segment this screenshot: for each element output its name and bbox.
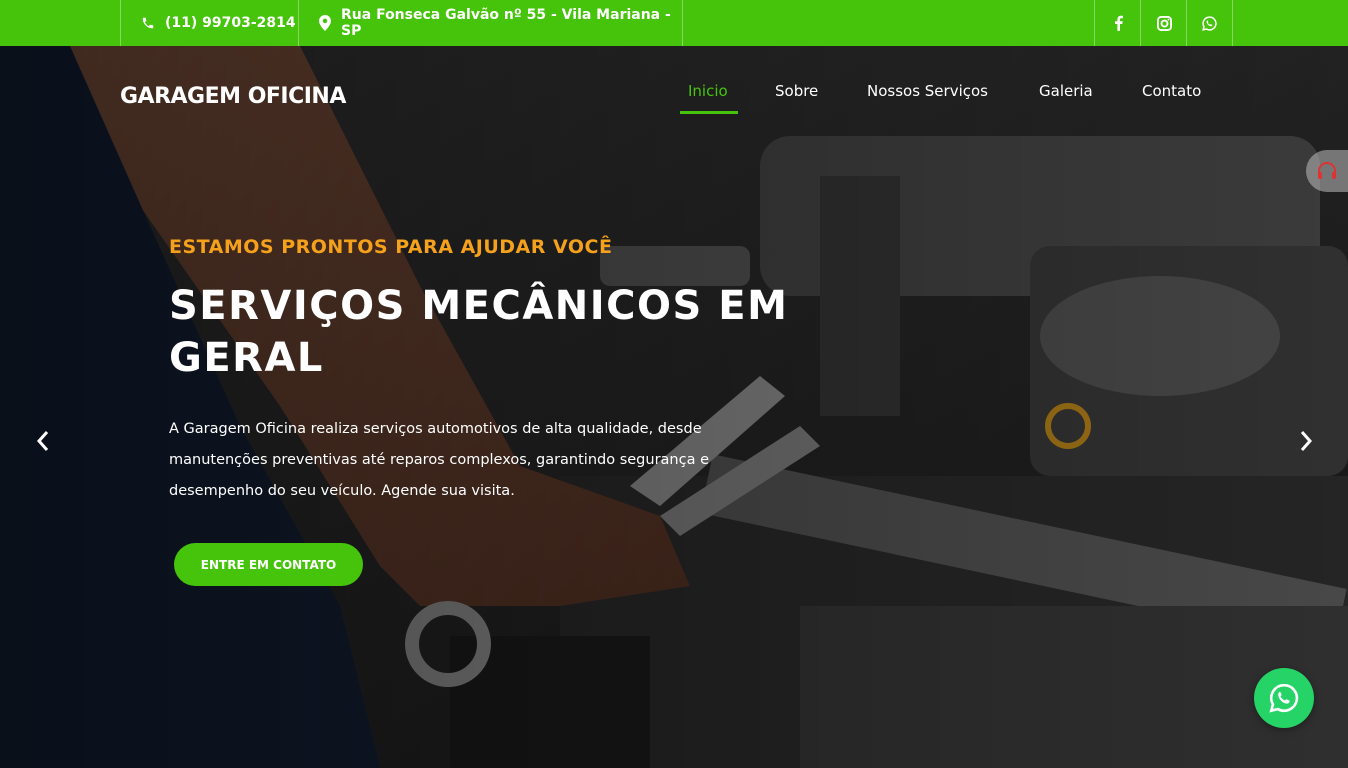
top-bar: (11) 99703-2814 Rua Fonseca Galvão nº 55… xyxy=(0,0,1348,46)
nav-inicio[interactable]: Inicio xyxy=(688,82,728,100)
nav-sobre[interactable]: Sobre xyxy=(775,82,818,100)
nav-active-indicator xyxy=(680,111,738,114)
chevron-right-icon xyxy=(1300,431,1313,451)
hero-description: A Garagem Oficina realiza serviços autom… xyxy=(169,421,710,499)
phone-contact[interactable]: (11) 99703-2814 xyxy=(120,0,299,46)
hero-eyebrow: ESTAMOS PRONTOS PARA AJUDAR VOCÊ xyxy=(169,236,613,258)
slider-next-button[interactable] xyxy=(1291,426,1321,456)
hero-slider: GARAGEM OFICINA Inicio Sobre Nossos Serv… xyxy=(0,46,1348,768)
address-text: Rua Fonseca Galvão nº 55 - Vila Mariana … xyxy=(341,7,671,39)
support-widget[interactable] xyxy=(1306,150,1348,192)
hero-background-image xyxy=(0,46,1348,768)
contact-cta-button[interactable]: ENTRE EM CONTATO xyxy=(174,543,363,586)
instagram-link[interactable] xyxy=(1140,0,1187,46)
whatsapp-icon xyxy=(1202,15,1217,31)
whatsapp-float-button[interactable] xyxy=(1254,668,1314,728)
facebook-icon xyxy=(1114,15,1123,31)
instagram-icon xyxy=(1156,15,1172,31)
nav-galeria[interactable]: Galeria xyxy=(1039,82,1093,100)
nav-contato[interactable]: Contato xyxy=(1142,82,1201,100)
address-contact[interactable]: Rua Fonseca Galvão nº 55 - Vila Mariana … xyxy=(298,0,683,46)
site-logo[interactable]: GARAGEM OFICINA xyxy=(120,84,346,109)
map-pin-icon xyxy=(319,15,331,31)
whatsapp-icon xyxy=(1269,683,1299,713)
phone-number: (11) 99703-2814 xyxy=(165,15,296,31)
facebook-link[interactable] xyxy=(1094,0,1141,46)
whatsapp-link[interactable] xyxy=(1186,0,1233,46)
chevron-left-icon xyxy=(36,431,49,451)
hero-title: SERVIÇOS MECÂNICOS EM GERAL xyxy=(169,283,789,381)
nav-nossos-servicos[interactable]: Nossos Serviços xyxy=(867,82,988,100)
slider-prev-button[interactable] xyxy=(28,426,58,456)
headset-icon xyxy=(1318,162,1336,179)
phone-icon xyxy=(141,16,155,30)
